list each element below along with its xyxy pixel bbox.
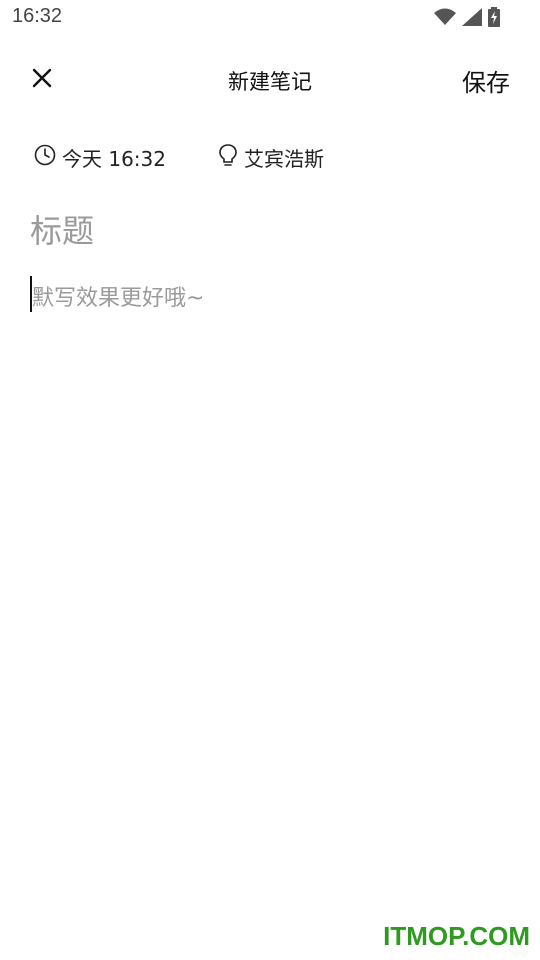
- page-title: 新建笔记: [228, 70, 312, 94]
- watermark: ITMOP.COM: [383, 921, 530, 951]
- note-body-input[interactable]: 默写效果更好哦~: [30, 276, 510, 876]
- body-placeholder: 默写效果更好哦~: [32, 286, 205, 311]
- title-input[interactable]: [30, 206, 510, 256]
- toolbar: 新建笔记 保存: [0, 54, 540, 106]
- wifi-icon: [434, 8, 456, 26]
- lightbulb-icon: [218, 143, 244, 172]
- status-time: 16:32: [12, 5, 63, 27]
- status-bar: 16:32: [0, 0, 540, 36]
- clock-icon: [34, 144, 62, 171]
- note-meta-row: 今天 16:32 艾宾浩斯: [34, 142, 324, 172]
- save-button[interactable]: 保存: [462, 63, 510, 98]
- signal-icon: [462, 8, 482, 26]
- battery-charging-icon: [488, 7, 500, 27]
- note-category[interactable]: 艾宾浩斯: [218, 143, 324, 172]
- note-category-text: 艾宾浩斯: [244, 146, 324, 171]
- status-icons: [434, 7, 500, 27]
- new-note-screen: 16:32 新建笔记 保存 今天 16:32 艾宾浩斯 标题 默写效果更好哦~ …: [0, 0, 540, 960]
- note-time[interactable]: 今天 16:32: [34, 143, 218, 172]
- note-time-text: 今天 16:32: [62, 146, 166, 171]
